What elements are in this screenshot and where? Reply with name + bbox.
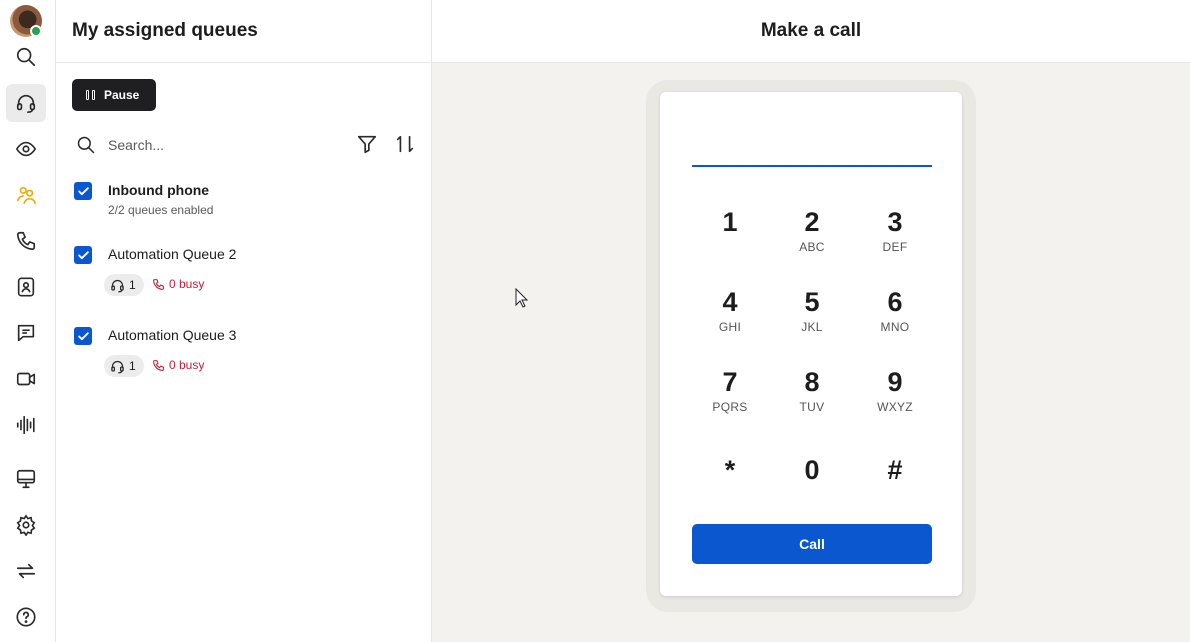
- key-digit: #: [887, 455, 903, 485]
- dial-key-8[interactable]: 8 TUV: [777, 366, 847, 430]
- contacts-icon: [17, 277, 35, 297]
- call-button[interactable]: Call: [692, 524, 932, 564]
- video-nav-button[interactable]: [6, 360, 46, 398]
- waveform-icon: [16, 415, 35, 435]
- calls-nav-button[interactable]: [6, 222, 46, 260]
- group-subtitle: 2/2 queues enabled: [108, 203, 214, 217]
- phone-icon: [153, 278, 164, 290]
- key-digit: 5: [804, 287, 820, 317]
- key-digit: 8: [804, 367, 820, 397]
- phone-icon: [16, 231, 36, 251]
- chat-nav-button[interactable]: [6, 314, 46, 352]
- dial-key-9[interactable]: 9 WXYZ: [860, 366, 930, 430]
- search-bar: [72, 126, 418, 164]
- dial-key-6[interactable]: 6 MNO: [860, 286, 930, 350]
- key-digit: 1: [722, 207, 738, 237]
- busy-status: 0 busy: [152, 277, 204, 291]
- key-digit: *: [724, 455, 736, 485]
- busy-count: 0 busy: [169, 277, 205, 291]
- key-letters: PQRS: [712, 400, 748, 414]
- key-digit: 6: [887, 287, 903, 317]
- dial-key-hash[interactable]: #: [860, 454, 930, 518]
- key-digit: 3: [887, 207, 903, 237]
- dial-key-7[interactable]: 7 PQRS: [695, 366, 765, 430]
- busy-status: 0 busy: [152, 358, 204, 372]
- make-call-area: Make a call 1 2 ABC 3 DEF 4 GHI 5 JKL 6 MNO 7…: [432, 0, 1190, 642]
- group-checkbox[interactable]: [74, 182, 92, 200]
- agent-count-badge: 1: [104, 274, 144, 296]
- pause-icon: [86, 90, 95, 100]
- headset-icon: [111, 279, 124, 292]
- dial-key-1[interactable]: 1: [695, 206, 765, 270]
- video-icon: [16, 372, 36, 386]
- busy-count: 0 busy: [169, 358, 205, 372]
- agent-count-badge: 1: [104, 355, 144, 377]
- presence-status-icon: [30, 25, 42, 37]
- voice-nav-button[interactable]: [6, 406, 46, 444]
- mouse-cursor-icon: [515, 288, 529, 308]
- headset-icon: [111, 360, 124, 373]
- search-icon: [72, 131, 100, 159]
- sort-icon[interactable]: [394, 133, 416, 160]
- dial-key-star[interactable]: *: [695, 454, 765, 518]
- call-title: Make a call: [760, 20, 862, 41]
- queue-checkbox[interactable]: [74, 327, 92, 345]
- filter-icon[interactable]: [356, 133, 378, 160]
- key-letters: TUV: [799, 400, 825, 414]
- key-letters: JKL: [801, 320, 823, 334]
- pause-button-label: Pause: [104, 88, 140, 102]
- transfer-nav-button[interactable]: [6, 552, 46, 590]
- monitor-nav-button[interactable]: [6, 130, 46, 168]
- help-nav-button[interactable]: [6, 598, 46, 636]
- agent-count: 1: [129, 278, 136, 292]
- display-nav-button[interactable]: [6, 460, 46, 498]
- teams-nav-button[interactable]: [6, 176, 46, 214]
- search-nav-button[interactable]: [6, 38, 46, 76]
- queue-name: Automation Queue 3: [108, 327, 237, 343]
- help-icon: [16, 607, 36, 627]
- dial-key-4[interactable]: 4 GHI: [695, 286, 765, 350]
- call-header: Make a call: [432, 0, 1190, 63]
- dial-key-5[interactable]: 5 JKL: [777, 286, 847, 350]
- key-digit: 2: [804, 207, 820, 237]
- queue-name: Automation Queue 2: [108, 246, 237, 262]
- key-digit: 9: [887, 367, 903, 397]
- search-icon: [16, 47, 36, 67]
- queues-header: My assigned queues: [56, 0, 431, 63]
- key-letters: WXYZ: [877, 400, 913, 414]
- group-name: Inbound phone: [108, 182, 210, 198]
- dial-key-0[interactable]: 0: [777, 454, 847, 518]
- monitor-icon: [16, 469, 36, 489]
- queues-nav-button[interactable]: [6, 84, 46, 122]
- assigned-queues-panel: My assigned queues Pause Inbound phone: [56, 0, 432, 642]
- transfer-icon: [16, 563, 36, 579]
- agent-count: 1: [129, 359, 136, 373]
- phone-icon: [153, 359, 164, 371]
- users-icon: [16, 186, 36, 205]
- headset-icon: [16, 94, 36, 113]
- key-digit: 7: [722, 367, 738, 397]
- search-input[interactable]: [108, 137, 348, 153]
- left-nav-rail: [0, 0, 56, 642]
- dial-key-2[interactable]: 2 ABC: [777, 206, 847, 270]
- key-letters: GHI: [718, 320, 742, 334]
- number-input-underline[interactable]: [692, 165, 932, 167]
- page-title: My assigned queues: [72, 20, 258, 41]
- key-letters: DEF: [882, 240, 908, 254]
- key-digit: 4: [722, 287, 738, 317]
- dial-key-3[interactable]: 3 DEF: [860, 206, 930, 270]
- dialpad-card: 1 2 ABC 3 DEF 4 GHI 5 JKL 6 MNO 7 PQRS 8 TUV 9 W…: [660, 92, 962, 596]
- key-letters: MNO: [880, 320, 910, 334]
- pause-button[interactable]: Pause: [72, 79, 156, 111]
- eye-icon: [15, 141, 37, 157]
- contacts-nav-button[interactable]: [6, 268, 46, 306]
- key-letters: ABC: [799, 240, 825, 254]
- queue-checkbox[interactable]: [74, 246, 92, 264]
- settings-nav-button[interactable]: [6, 506, 46, 544]
- key-digit: 0: [804, 455, 820, 485]
- chat-icon: [17, 324, 35, 342]
- gear-icon: [16, 514, 36, 536]
